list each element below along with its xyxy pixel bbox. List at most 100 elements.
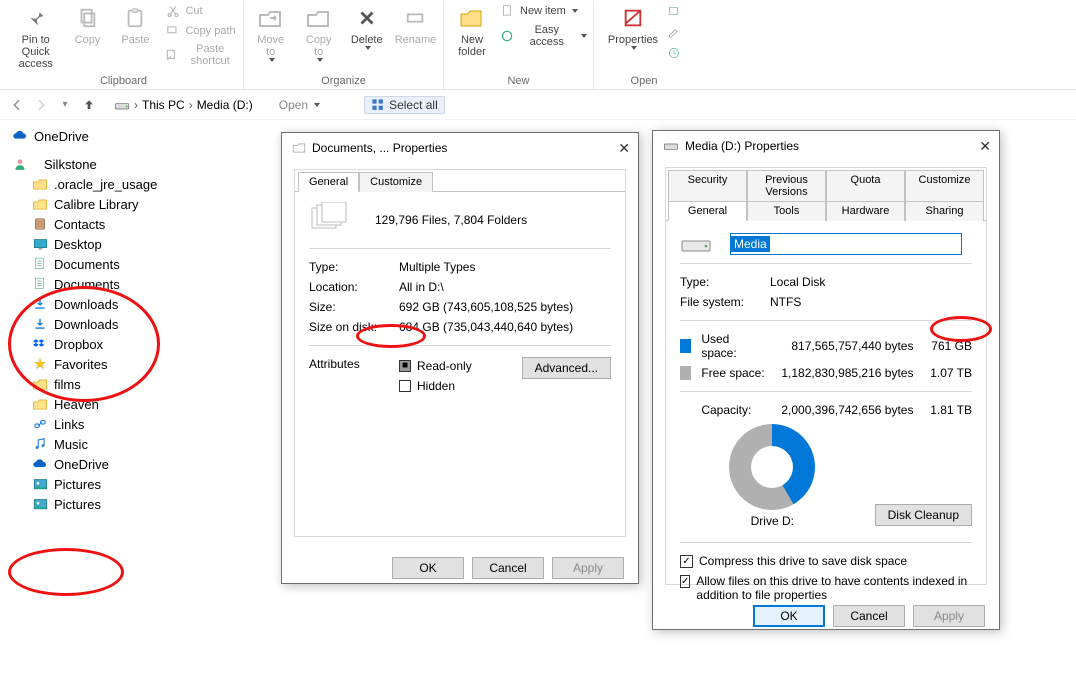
prop-key: Size: [309,300,399,314]
paste-button[interactable]: Paste [111,2,159,48]
copy-button[interactable]: Copy [63,2,111,48]
drive-name-field[interactable]: Media [730,233,962,255]
delete-icon [353,4,381,32]
pictures-icon [32,476,48,492]
pictures-icon [32,496,48,512]
prop-key: Type: [680,275,770,289]
dropbox-icon [32,336,48,352]
sidebar-label: Calibre Library [54,197,139,212]
select-all-icon [371,98,385,112]
move-to-button[interactable]: Move to [247,2,295,64]
new-folder-button[interactable]: New folder [448,2,496,60]
sidebar-item[interactable]: Calibre Library [6,194,265,214]
index-checkbox[interactable]: ✓ Allow files on this drive to have cont… [680,571,972,605]
properties-button[interactable]: Properties [604,2,662,52]
sidebar-item[interactable]: OneDrive [6,454,265,474]
sidebar-item[interactable]: Music [6,434,265,454]
ribbon-label: Pin to Quick access [12,34,59,70]
sidebar-item[interactable]: .oracle_jre_usage [6,174,265,194]
ribbon-label: Paste [121,34,149,46]
easy-access-button[interactable]: Easy access [498,23,589,49]
dialog-title-bar[interactable]: Documents, ... Properties ✕ [282,133,638,163]
close-button[interactable]: ✕ [979,138,991,155]
sidebar-item-user[interactable]: Silkstone [6,154,265,174]
tab-security[interactable]: Security [668,170,747,201]
tab-hardware[interactable]: Hardware [826,201,905,221]
drive-icon [114,98,130,112]
crumb-media[interactable]: Media (D:) [197,98,253,112]
select-all-button[interactable]: Select all [364,96,445,114]
tab-tools[interactable]: Tools [747,201,826,221]
history-small-button[interactable] [664,44,684,62]
sidebar-label: Downloads [54,317,118,332]
multi-folder-icon [309,202,351,238]
copy-path-button[interactable]: Copy path [163,22,239,40]
star-icon [32,356,48,372]
tab-customize[interactable]: Customize [359,172,433,192]
hidden-checkbox[interactable]: Hidden [399,379,455,393]
sidebar-item[interactable]: Pictures [6,474,265,494]
sidebar-item[interactable]: Contacts [6,214,265,234]
sidebar-label: Desktop [54,237,102,252]
back-button[interactable] [8,96,26,114]
sidebar-item[interactable]: Favorites [6,354,265,374]
sidebar-item[interactable]: films [6,374,265,394]
crumb-thispc[interactable]: This PC [142,98,185,112]
ribbon-label: Easy access [519,24,575,48]
sidebar-item[interactable]: Documents [6,254,265,274]
sidebar-item[interactable]: Pictures [6,494,265,514]
sidebar-item-onedrive-root[interactable]: OneDrive [6,126,265,146]
used-bytes: 817,565,757,440 bytes [776,339,913,353]
breadcrumb[interactable]: › This PC › Media (D:) [108,94,259,116]
advanced-button[interactable]: Advanced... [522,357,611,379]
readonly-checkbox[interactable]: ■Read-only [399,359,472,373]
sidebar-label: Silkstone [34,157,97,172]
open-small-button[interactable] [664,2,684,20]
cancel-button[interactable]: Cancel [472,557,544,579]
used-swatch [680,339,691,353]
sidebar-item[interactable]: Heaven [6,394,265,414]
close-button[interactable]: ✕ [618,140,630,157]
ribbon-label: Copy path [185,25,235,37]
free-gb: 1.07 TB [923,366,972,380]
sidebar-item[interactable]: Downloads [6,314,265,334]
tab-customize[interactable]: Customize [905,170,984,201]
cut-button[interactable]: Cut [163,2,239,20]
sidebar-item[interactable]: Downloads [6,294,265,314]
link-icon [32,416,48,432]
tab-sharing[interactable]: Sharing [905,201,984,221]
tab-previous-versions[interactable]: Previous Versions [747,170,826,201]
copy-path-icon [165,23,181,39]
up-button[interactable] [80,96,98,114]
folder-icon [32,376,48,392]
tab-general[interactable]: General [298,172,359,192]
open-dropdown-label[interactable]: Open [279,98,308,112]
delete-button[interactable]: Delete [343,2,391,52]
recent-dropdown[interactable]: ▾ [56,96,74,114]
disk-cleanup-button[interactable]: Disk Cleanup [875,504,972,526]
new-item-button[interactable]: New item [498,2,589,20]
rename-button[interactable]: Rename [391,2,441,48]
compress-checkbox[interactable]: ✓ Compress this drive to save disk space [680,551,972,571]
tab-general[interactable]: General [668,201,747,221]
copy-to-icon [305,4,333,32]
usage-donut [729,424,815,510]
prop-val: Multiple Types [399,260,611,274]
apply-button[interactable]: Apply [552,557,624,579]
paste-shortcut-button[interactable]: Paste shortcut [163,42,239,68]
sidebar-item[interactable]: Dropbox [6,334,265,354]
documents-icon [32,276,48,292]
dialog-title-bar[interactable]: Media (D:) Properties ✕ [653,131,999,161]
pin-to-quick-access-button[interactable]: Pin to Quick access [8,2,63,72]
copy-to-button[interactable]: Copy to [295,2,343,64]
prop-val: NTFS [770,295,972,309]
cap-label: Capacity: [701,403,766,417]
prop-val: All in D:\ [399,280,611,294]
sidebar-item[interactable]: Desktop [6,234,265,254]
tab-quota[interactable]: Quota [826,170,905,201]
sidebar-item[interactable]: Links [6,414,265,434]
edit-small-button[interactable] [664,23,684,41]
sidebar-item[interactable]: Documents [6,274,265,294]
ok-button[interactable]: OK [392,557,464,579]
forward-button[interactable] [32,96,50,114]
